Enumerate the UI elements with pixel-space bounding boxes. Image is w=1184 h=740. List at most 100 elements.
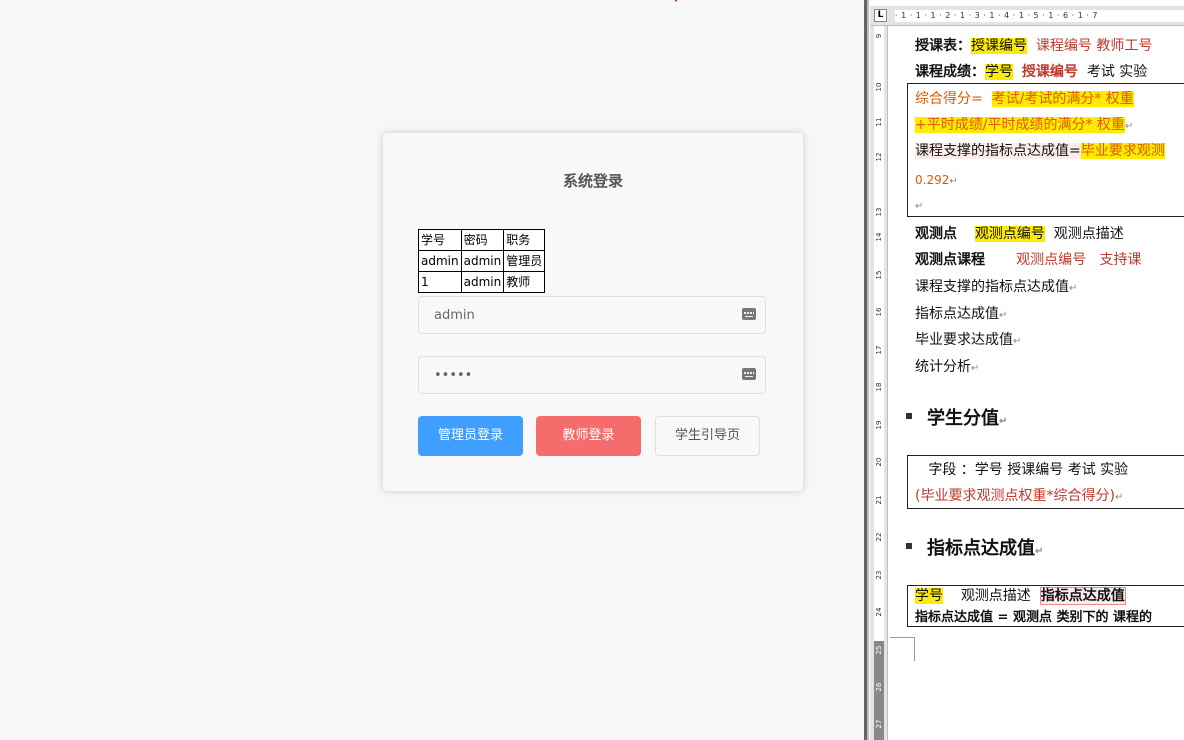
doc-text: 支持课 xyxy=(1099,252,1142,268)
doc-text: 授课表： xyxy=(915,38,971,54)
student-guide-button[interactable]: 学生引导页 xyxy=(655,416,760,456)
doc-line: 0.292↵ xyxy=(915,169,958,191)
doc-line: 观测点 观测点编号 观测点描述 xyxy=(915,223,1124,245)
paragraph-mark: ↵ xyxy=(949,176,958,187)
ruler-number: 24 xyxy=(875,607,883,617)
vertical-ruler[interactable]: 9 10 11 12 13 14 15 16 17 18 19 20 21 22… xyxy=(870,26,888,740)
username-field[interactable] xyxy=(418,296,766,334)
paragraph-mark: ↵ xyxy=(1124,121,1134,132)
horizontal-ruler[interactable]: L · 1 · 1 · 1 · 2 · 1 · 3 · 1 · 4 · 1 · … xyxy=(870,6,1184,26)
ruler-number: 14 xyxy=(875,232,883,242)
table-cell: admin xyxy=(460,250,505,272)
table-cell: 密码 xyxy=(460,229,505,251)
keyboard-icon[interactable] xyxy=(742,308,756,320)
paragraph-mark: ↵ xyxy=(1013,336,1022,347)
doc-text: 指标点达成值 = 观测点 类别下的 课程的 xyxy=(915,610,1152,625)
table-row: 学号 密码 职务 xyxy=(418,229,546,251)
doc-heading: 学生分值↵ xyxy=(927,404,1007,430)
table-cell: 管理员 xyxy=(503,250,546,272)
doc-text: (毕业要求观测点权重*综合得分) xyxy=(915,488,1115,504)
doc-text: 课程支撑的指标点达成值= xyxy=(915,143,1081,159)
doc-text: 指标点达成值 xyxy=(915,306,999,322)
doc-text: 观测点编号 xyxy=(1016,252,1087,268)
ruler-number: 23 xyxy=(875,570,883,580)
ruler-number: 21 xyxy=(875,495,883,505)
doc-line: 指标点达成值↵ xyxy=(915,303,1007,325)
doc-text: 观测点 xyxy=(915,226,957,242)
doc-line: 毕业要求达成值↵ xyxy=(915,329,1021,351)
word-document-window: L · 1 · 1 · 1 · 2 · 1 · 3 · 1 · 4 · 1 · … xyxy=(864,0,1184,740)
ruler-number: 15 xyxy=(875,270,883,280)
doc-line: 指标点达成值 = 观测点 类别下的 课程的 xyxy=(915,607,1152,629)
ruler-number: 18 xyxy=(875,382,883,392)
table-cell: admin xyxy=(460,271,505,293)
doc-text: 观测点课程 xyxy=(915,252,985,268)
doc-text-highlight: 学号 xyxy=(985,64,1013,80)
doc-text-highlight: 学号 xyxy=(915,588,943,604)
margin-marker xyxy=(914,637,915,661)
bullet-icon xyxy=(906,413,912,419)
paragraph-mark: ↵ xyxy=(999,416,1008,427)
paragraph-mark: ↵ xyxy=(999,310,1008,321)
ruler-number: 26 xyxy=(875,682,883,692)
ruler-number: 20 xyxy=(875,457,883,467)
doc-text-highlight: 毕业要求观测 xyxy=(1080,143,1165,159)
doc-line: 授课表：授课编号 课程编号 教师工号 xyxy=(915,35,1152,57)
doc-text: 统计分析 xyxy=(915,359,971,375)
table-cell: admin xyxy=(418,250,462,272)
bullet-icon xyxy=(906,543,912,549)
doc-text: 课程编号 教师工号 xyxy=(1035,38,1153,54)
ruler-number: 27 xyxy=(875,719,883,729)
table-row: 1 admin 教师 xyxy=(418,271,546,293)
ruler-number: 13 xyxy=(875,207,883,217)
paragraph-mark: ↵ xyxy=(971,363,980,374)
doc-text-highlight: 授课编号 xyxy=(971,38,1027,54)
account-hint-table: 学号 密码 职务 admin admin 管理员 1 admin 教师 xyxy=(418,229,546,293)
doc-text-highlight: 观测点编号 xyxy=(974,226,1045,242)
document-page[interactable]: 授课表：授课编号 课程编号 教师工号 课程成绩：学号 授课编号 考试 实验 综合… xyxy=(890,26,1184,740)
password-input[interactable] xyxy=(419,357,734,393)
doc-text-highlight: +平时成绩/平时成绩的满分* 权重 xyxy=(915,117,1125,133)
login-title: 系统登录 xyxy=(562,172,623,190)
doc-text: 综合得分= xyxy=(915,91,983,107)
keyboard-icon[interactable] xyxy=(742,368,756,380)
ruler-number: 22 xyxy=(875,532,883,542)
doc-text: 毕业要求达成值 xyxy=(915,332,1013,348)
password-field[interactable] xyxy=(418,356,766,394)
ruler-scale: · 1 · 1 · 1 · 2 · 1 · 3 · 1 · 4 · 1 · 5 … xyxy=(895,10,1184,22)
teacher-login-button[interactable]: 教师登录 xyxy=(536,416,641,456)
doc-line: 观测点课程 观测点编号 支持课 xyxy=(915,249,1142,271)
window-border xyxy=(867,0,869,740)
margin-marker xyxy=(890,637,914,638)
doc-heading: 指标点达成值↵ xyxy=(927,534,1043,560)
username-input[interactable] xyxy=(419,297,734,333)
paragraph-mark: ↵ xyxy=(1035,546,1044,557)
table-cell: 职务 xyxy=(503,229,546,251)
doc-line: 课程成绩：学号 授课编号 考试 实验 xyxy=(915,61,1147,83)
ruler-number: 10 xyxy=(875,82,883,92)
doc-line: +平时成绩/平时成绩的满分* 权重↵ xyxy=(915,114,1133,136)
admin-login-button[interactable]: 管理员登录 xyxy=(418,416,523,456)
paragraph-mark: ↵ xyxy=(1069,283,1078,294)
login-card: 系统登录 学号 密码 职务 admin admin 管理员 1 admin 教师… xyxy=(383,133,803,491)
tab-selector-button[interactable]: L xyxy=(874,9,887,22)
doc-line: 课程支撑的指标点达成值↵ xyxy=(915,276,1077,298)
doc-text: 字段 ：学号 授课编号 考试 实验 xyxy=(928,462,1129,478)
doc-line: ↵ xyxy=(915,194,923,216)
ruler-number: 12 xyxy=(875,152,883,162)
table-cell: 1 xyxy=(418,271,462,293)
doc-text-highlight: 考试/考试的满分* 权重 xyxy=(991,91,1134,107)
paragraph-mark: ↵ xyxy=(915,201,924,212)
ruler-number: 16 xyxy=(875,307,883,317)
doc-text: 考试 实验 xyxy=(1086,64,1148,80)
doc-line: 统计分析↵ xyxy=(915,356,979,378)
doc-line: 课程支撑的指标点达成值=毕业要求观测 xyxy=(915,140,1165,162)
doc-text: 课程支撑的指标点达成值 xyxy=(915,279,1069,295)
ruler-number: 9 xyxy=(875,33,883,39)
table-row: admin admin 管理员 xyxy=(418,250,546,272)
doc-heading-text: 指标点达成值 xyxy=(927,538,1035,559)
ruler-number: 17 xyxy=(875,345,883,355)
paragraph-mark: ↵ xyxy=(1114,492,1124,503)
doc-text: 观测点描述 xyxy=(960,588,1031,604)
doc-text: 观测点描述 xyxy=(1053,226,1124,242)
